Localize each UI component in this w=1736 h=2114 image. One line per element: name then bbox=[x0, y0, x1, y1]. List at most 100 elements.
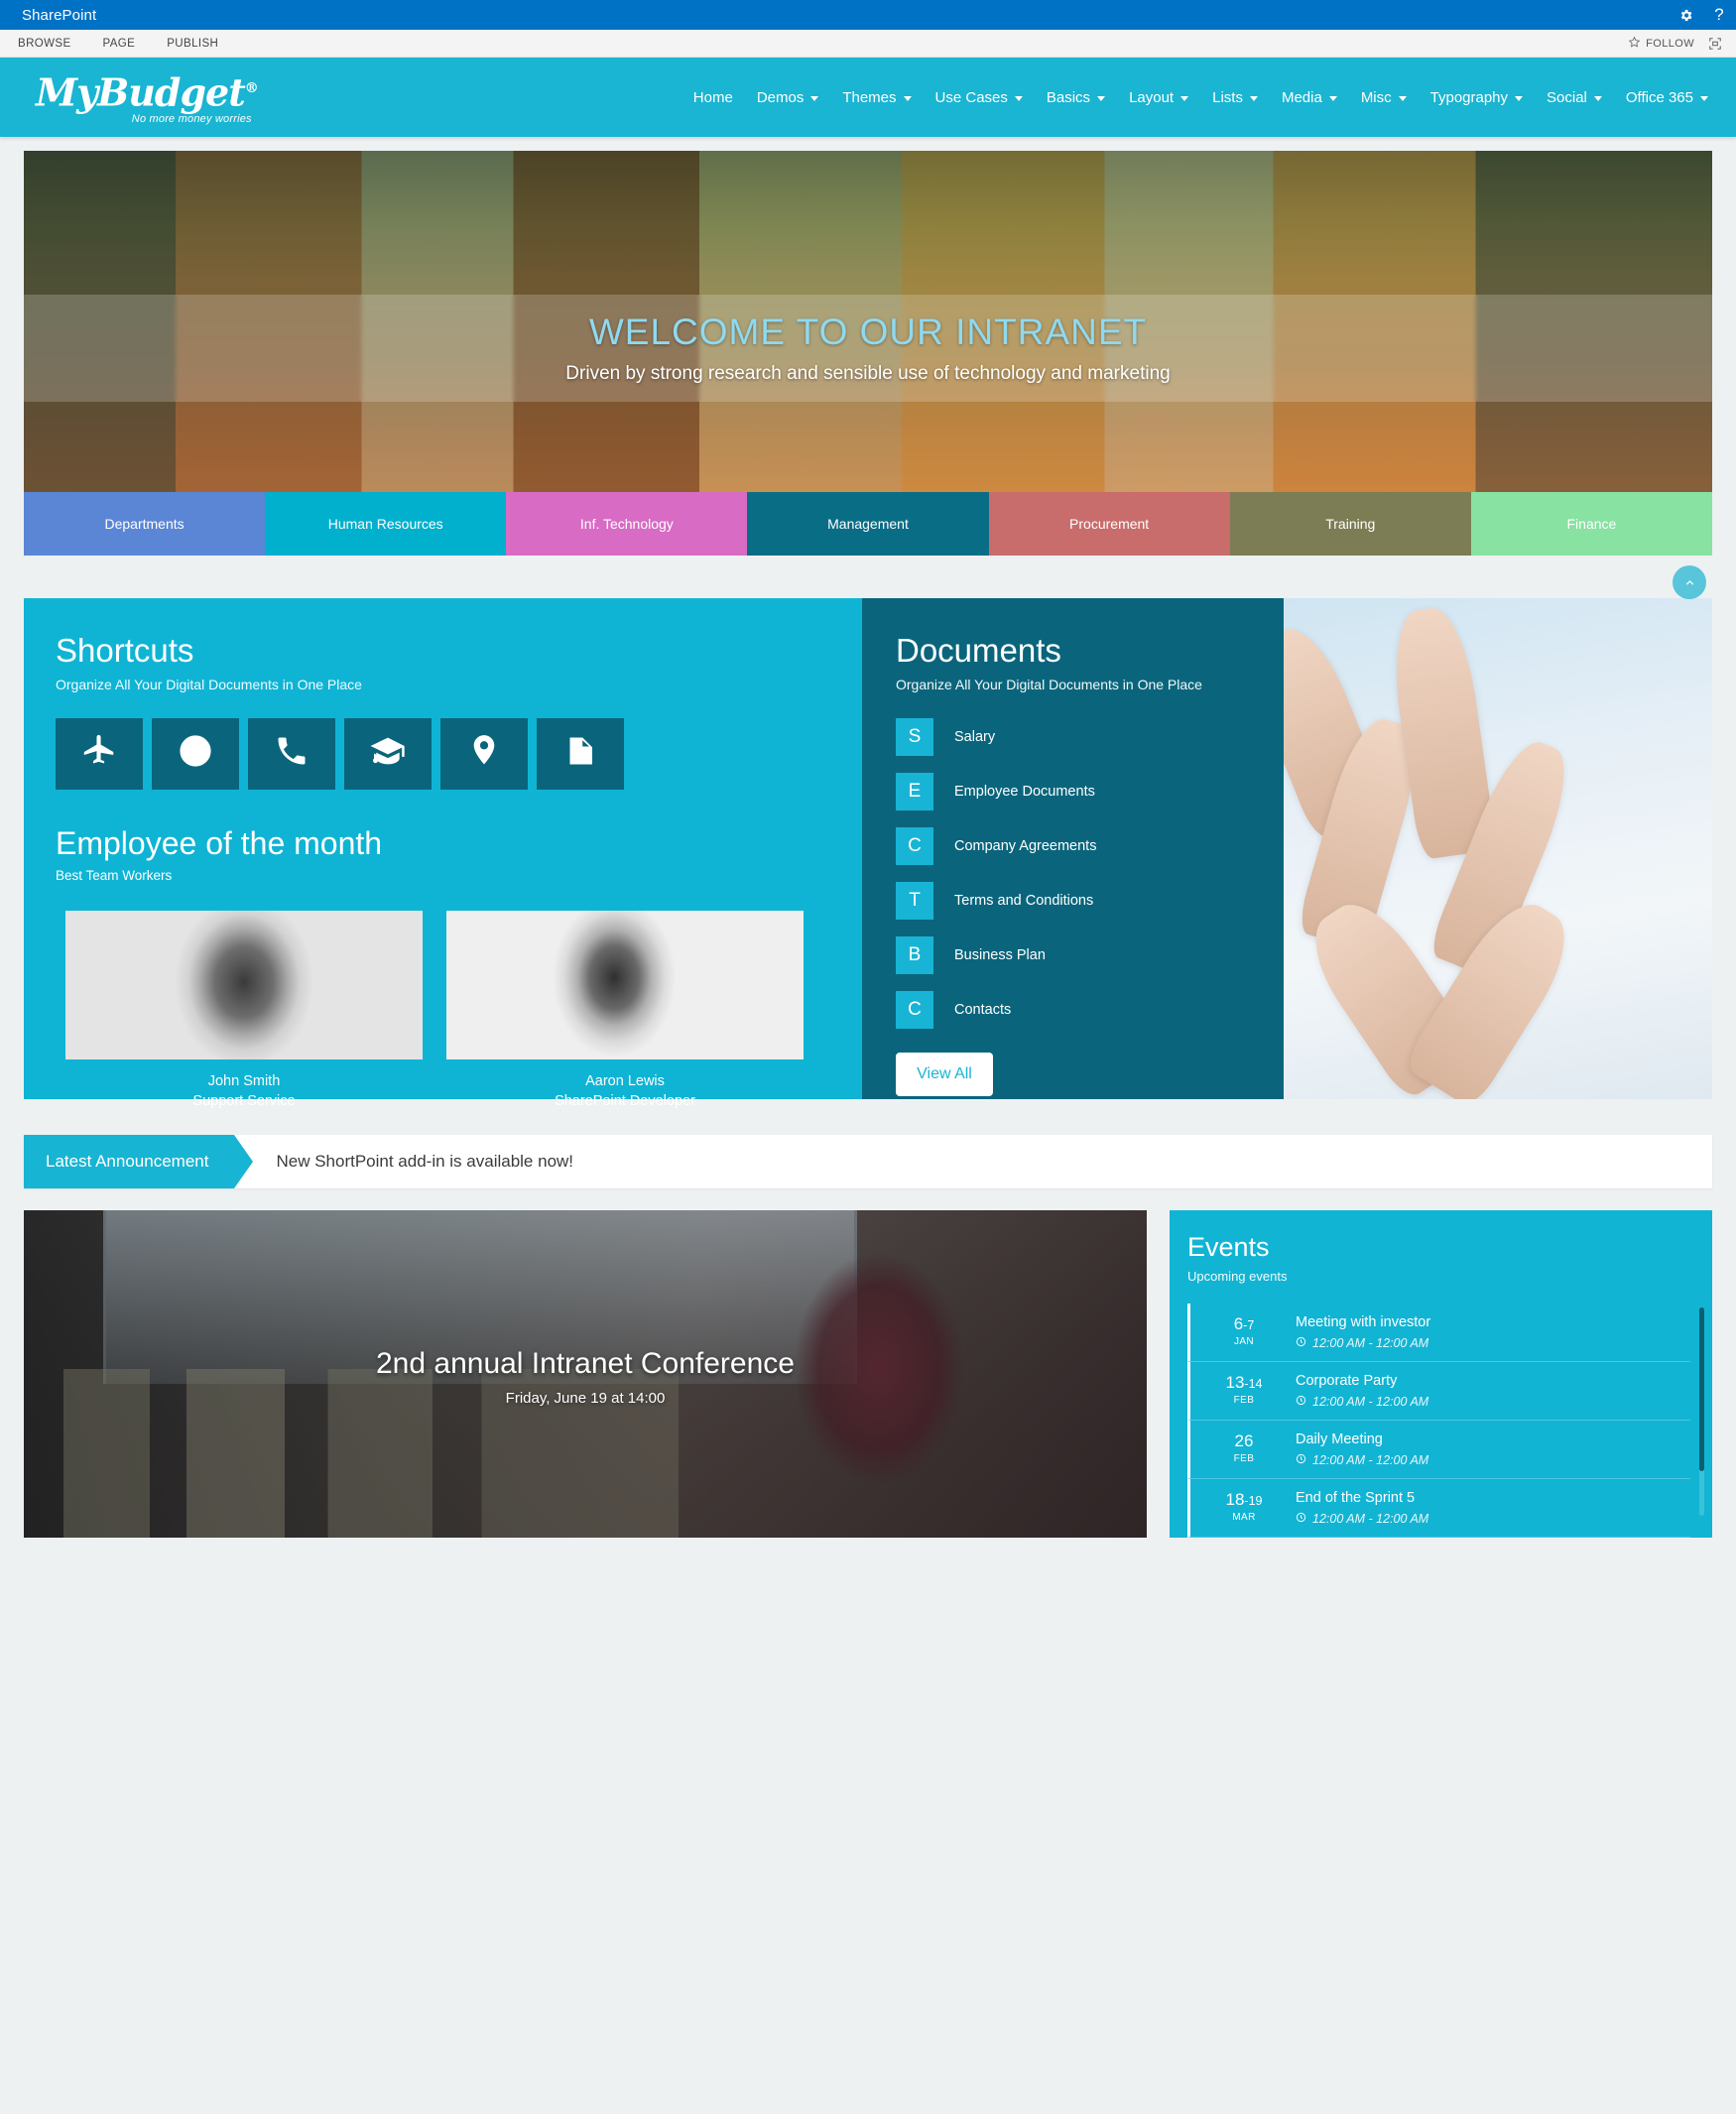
graduation-cap-icon bbox=[368, 731, 408, 776]
document-item-company-agreements[interactable]: C Company Agreements bbox=[896, 826, 1284, 865]
view-all-button[interactable]: View All bbox=[896, 1052, 993, 1096]
shortcut-phone[interactable] bbox=[248, 717, 335, 790]
employee-card[interactable]: Aaron Lewis SharePoint Developer bbox=[446, 910, 804, 1109]
nav-items: Home Demos Themes Use Cases Basics Layou… bbox=[682, 89, 1720, 106]
chevron-down-icon bbox=[1328, 95, 1337, 101]
suite-actions: ? bbox=[1669, 0, 1736, 30]
dept-label: Finance bbox=[1566, 516, 1617, 532]
hero-text: WELCOME TO OUR INTRANET Driven by strong… bbox=[24, 311, 1712, 385]
document-label: Salary bbox=[954, 728, 996, 745]
nav-item-typography[interactable]: Typography bbox=[1419, 89, 1535, 106]
document-item-salary[interactable]: S Salary bbox=[896, 717, 1284, 756]
ribbon-tab-page[interactable]: PAGE bbox=[103, 38, 136, 50]
nav-label: Office 365 bbox=[1625, 88, 1693, 106]
nav-item-misc[interactable]: Misc bbox=[1349, 89, 1419, 106]
dept-tile-inf-technology[interactable]: Inf. Technology bbox=[506, 492, 748, 556]
dept-tile-departments[interactable]: Departments bbox=[24, 492, 266, 556]
event-row[interactable]: 26 FEB Daily Meeting 12:00 AM - 12:00 AM bbox=[1187, 1421, 1690, 1479]
event-month: MAR bbox=[1232, 1512, 1256, 1523]
gear-icon[interactable] bbox=[1669, 0, 1702, 30]
dept-tile-management[interactable]: Management bbox=[747, 492, 989, 556]
conference-text: 2nd annual Intranet Conference Friday, J… bbox=[24, 1347, 1147, 1407]
dept-label: Procurement bbox=[1069, 516, 1150, 532]
focus-on-content-icon[interactable] bbox=[1708, 37, 1722, 51]
chevron-down-icon bbox=[1700, 95, 1708, 101]
nav-item-media[interactable]: Media bbox=[1270, 89, 1349, 106]
document-item-terms-and-conditions[interactable]: T Terms and Conditions bbox=[896, 881, 1284, 920]
employee-role: SharePoint Developer bbox=[555, 1092, 695, 1109]
events-scrollbar-thumb[interactable] bbox=[1699, 1307, 1704, 1471]
nav-label: Misc bbox=[1360, 88, 1392, 106]
event-date: 6-7 JAN bbox=[1208, 1314, 1280, 1347]
employee-of-month-subtitle: Best Team Workers bbox=[56, 867, 173, 883]
conference-title: 2nd annual Intranet Conference bbox=[376, 1347, 795, 1380]
chevron-down-icon bbox=[1014, 95, 1023, 101]
document-item-business-plan[interactable]: B Business Plan bbox=[896, 935, 1284, 974]
nav-label: Themes bbox=[842, 88, 897, 106]
dept-tile-finance[interactable]: Finance bbox=[1470, 492, 1712, 556]
ribbon-tab-browse[interactable]: BROWSE bbox=[18, 38, 71, 50]
nav-item-lists[interactable]: Lists bbox=[1200, 89, 1270, 106]
events-scrollbar[interactable] bbox=[1699, 1307, 1704, 1516]
shortcut-training[interactable] bbox=[344, 717, 432, 790]
event-row[interactable]: 18-19 MAR End of the Sprint 5 12:00 AM -… bbox=[1187, 1479, 1690, 1538]
site-logo[interactable]: MyBudget® No more money worries bbox=[22, 69, 259, 126]
chevron-down-icon bbox=[1398, 95, 1407, 101]
nav-label: Use Cases bbox=[934, 88, 1008, 106]
chevron-down-icon bbox=[1180, 95, 1189, 101]
event-row[interactable]: 6-7 JAN Meeting with investor 12:00 AM -… bbox=[1187, 1304, 1690, 1362]
event-date: 26 FEB bbox=[1208, 1431, 1280, 1464]
event-day-end: -7 bbox=[1243, 1318, 1255, 1332]
clock-icon bbox=[1296, 1336, 1306, 1350]
nav-item-layout[interactable]: Layout bbox=[1117, 89, 1200, 106]
dept-tile-procurement[interactable]: Procurement bbox=[988, 492, 1230, 556]
teamwork-photo bbox=[1284, 598, 1712, 1099]
document-item-employee-documents[interactable]: E Employee Documents bbox=[896, 772, 1284, 810]
event-day: 18 bbox=[1225, 1490, 1245, 1509]
help-icon[interactable]: ? bbox=[1702, 0, 1736, 30]
chevron-down-icon bbox=[1097, 95, 1106, 101]
shortcut-location[interactable] bbox=[440, 717, 528, 790]
document-badge: C bbox=[896, 990, 933, 1029]
document-badge: S bbox=[896, 717, 933, 756]
nav-item-home[interactable]: Home bbox=[682, 89, 745, 106]
avatar bbox=[446, 910, 804, 1059]
document-badge: C bbox=[896, 826, 933, 865]
ribbon-tab-publish[interactable]: PUBLISH bbox=[167, 38, 218, 50]
event-name: Corporate Party bbox=[1296, 1373, 1398, 1389]
avatar bbox=[65, 910, 423, 1059]
nav-label: Layout bbox=[1129, 88, 1175, 106]
conference-banner[interactable]: 2nd annual Intranet Conference Friday, J… bbox=[24, 1210, 1147, 1538]
shortcuts-title: Shortcuts bbox=[56, 632, 194, 669]
star-icon bbox=[1628, 36, 1641, 52]
follow-button[interactable]: FOLLOW bbox=[1628, 36, 1694, 52]
clock-icon bbox=[1296, 1453, 1306, 1467]
employee-name: John Smith bbox=[207, 1072, 281, 1089]
chevron-down-icon bbox=[1593, 95, 1602, 101]
shortcut-support[interactable] bbox=[152, 717, 239, 790]
employee-card[interactable]: John Smith Support Service bbox=[65, 910, 423, 1109]
nav-item-social[interactable]: Social bbox=[1535, 89, 1614, 106]
document-item-contacts[interactable]: C Contacts bbox=[896, 990, 1284, 1029]
nav-item-themes[interactable]: Themes bbox=[830, 89, 923, 106]
nav-item-use-cases[interactable]: Use Cases bbox=[924, 89, 1035, 106]
event-month: FEB bbox=[1233, 1453, 1255, 1464]
dept-label: Human Resources bbox=[327, 516, 443, 532]
shortcut-airplane[interactable] bbox=[56, 717, 143, 790]
dept-label: Management bbox=[827, 516, 909, 532]
nav-item-office365[interactable]: Office 365 bbox=[1614, 89, 1720, 106]
shortcut-document[interactable] bbox=[537, 717, 624, 790]
document-label: Company Agreements bbox=[954, 837, 1097, 854]
event-row[interactable]: 13-14 FEB Corporate Party 12:00 AM - 12:… bbox=[1187, 1362, 1690, 1421]
nav-item-demos[interactable]: Demos bbox=[745, 89, 831, 106]
department-tiles: Departments Human Resources Inf. Technol… bbox=[24, 492, 1712, 599]
sharepoint-brand[interactable]: SharePoint bbox=[22, 7, 96, 24]
nav-item-basics[interactable]: Basics bbox=[1035, 89, 1117, 106]
chevron-up-icon[interactable] bbox=[1673, 565, 1706, 599]
life-buoy-icon bbox=[177, 732, 214, 775]
conference-date: Friday, June 19 at 14:00 bbox=[505, 1390, 666, 1407]
dept-tile-training[interactable]: Training bbox=[1229, 492, 1471, 556]
announcement-text[interactable]: New ShortPoint add-in is available now! bbox=[234, 1135, 573, 1188]
shortcuts-panel: Shortcuts Organize All Your Digital Docu… bbox=[24, 598, 862, 1109]
dept-tile-human-resources[interactable]: Human Resources bbox=[265, 492, 507, 556]
